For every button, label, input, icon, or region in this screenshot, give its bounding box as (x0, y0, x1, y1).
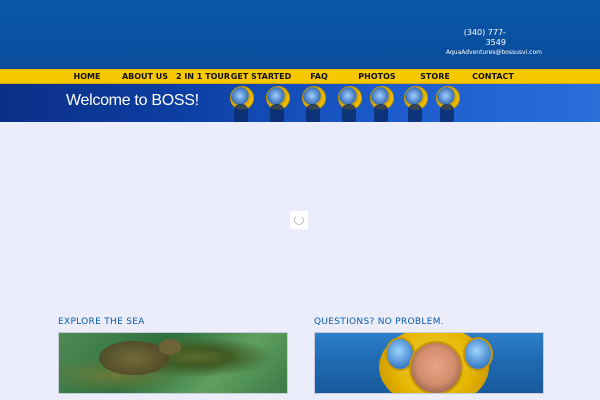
phone-number[interactable]: (340) 777-3549 (446, 28, 506, 48)
helmet-window-center (409, 341, 463, 393)
header-contact: (340) 777-3549 AquaAdventures@bossusvi.c… (446, 28, 542, 57)
diver-image (270, 104, 284, 122)
welcome-banner: Welcome to BOSS! (0, 84, 600, 122)
email-address[interactable]: AquaAdventures@bossusvi.com (446, 49, 542, 57)
diver-image (234, 104, 248, 122)
turtle-head-image (159, 339, 181, 355)
banner-title: Welcome to BOSS! (66, 92, 199, 109)
diver-image (342, 104, 356, 122)
diver-image (374, 104, 388, 122)
nav-item-contact[interactable]: CONTACT (472, 71, 514, 83)
loading-spinner-icon (290, 211, 308, 229)
helmet-window-right (463, 337, 493, 371)
diver-image (408, 104, 422, 122)
diver-helmet-photo[interactable] (314, 332, 544, 394)
diver-image (440, 104, 454, 122)
section-title-explore: EXPLORE THE SEA (58, 317, 145, 327)
main-navigation: HOME ABOUT US 2 IN 1 TOUR GET STARTED FA… (0, 69, 600, 84)
diver-image (306, 104, 320, 122)
nav-item-faq[interactable]: FAQ (310, 71, 328, 83)
nav-item-photos[interactable]: PHOTOS (358, 71, 395, 83)
nav-item-home[interactable]: HOME (74, 71, 101, 83)
nav-item-about-us[interactable]: ABOUT US (122, 71, 168, 83)
nav-item-get-started[interactable]: GET STARTED (231, 71, 291, 83)
site-header: (340) 777-3549 AquaAdventures@bossusvi.c… (0, 0, 600, 69)
sea-turtle-photo[interactable] (58, 332, 288, 394)
nav-item-store[interactable]: STORE (420, 71, 450, 83)
nav-item-2-in-1-tour[interactable]: 2 IN 1 TOUR (176, 71, 230, 83)
section-title-questions: QUESTIONS? NO PROBLEM. (314, 317, 444, 327)
